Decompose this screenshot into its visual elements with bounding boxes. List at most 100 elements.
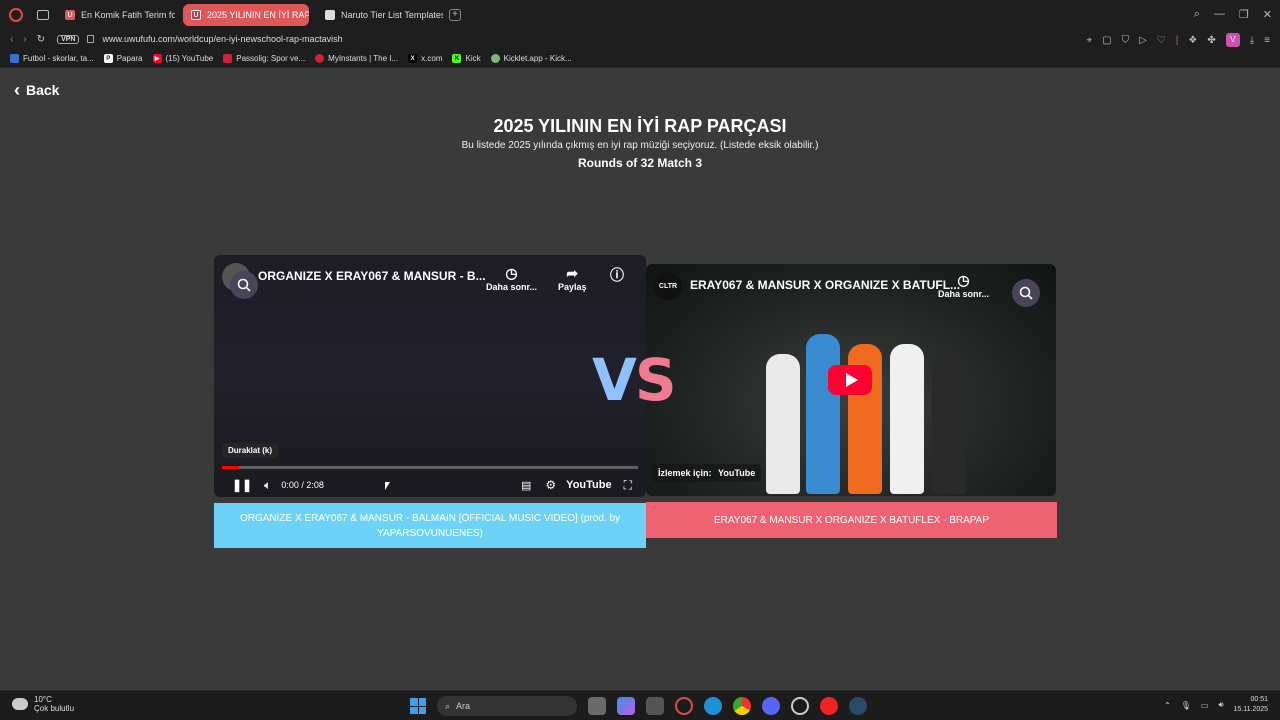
taskbar-search[interactable]: ⌕ Ara [437,696,577,716]
play-icon[interactable]: ▷ [1139,35,1147,46]
menu-icon[interactable]: ≡ [1264,35,1270,46]
lock-icon[interactable] [87,35,95,43]
bookmark-item[interactable]: P Papara [103,54,143,63]
fullscreen-icon[interactable]: ⛶ [624,478,632,493]
download-icon[interactable]: ⤓ [1250,35,1254,46]
pin-icon[interactable]: ⌖ [1087,35,1093,46]
share-button[interactable]: ➦ Paylaş [558,265,587,292]
page-description: Bu listede 2025 yılında çıkmış en iyi ra… [461,140,819,151]
settings-gear-icon[interactable]: ⚙ [545,478,556,492]
windows-start-icon[interactable] [410,698,426,714]
speaker-icon[interactable]: 🔊︎ [1218,700,1223,710]
extension-icon[interactable]: ❖ [1188,35,1197,46]
clock[interactable]: 00:51 15.11.2025 [1233,695,1268,715]
shield-icon[interactable]: ⛉ [1122,35,1130,46]
microphone-icon[interactable]: 🎙︎ [1181,701,1191,710]
back-button[interactable]: ‹ Back [14,81,60,99]
bookmark-favicon: P [103,54,113,63]
url-field[interactable]: www.uwufufu.com/worldcup/en-iyi-newschoo… [102,34,342,44]
bookmark-label: (15) YouTube [165,54,214,63]
bookmark-label: MyInstants | The I... [328,54,399,63]
page-content: ‹ Back 2025 YILININ EN İYİ RAP PARÇASI B… [0,70,1280,690]
back-label: Back [26,82,60,98]
progress-fill [222,466,239,469]
bookmark-label: Papara [116,54,143,63]
watch-on-youtube[interactable]: İzlemek için: YouTube [652,464,762,482]
progress-bar[interactable] [222,466,638,469]
search-tabs-icon[interactable]: ⌕ [1194,8,1200,21]
bookmark-item[interactable]: Passolig: Spor ve... [223,54,305,63]
tab-2-active[interactable]: U 2025 YILININ EN İYİ RAP [183,4,309,26]
share-icon: ➦ [566,265,579,281]
window-controls: ⌕ — ❐ ✕ [1194,8,1272,21]
watch-later-button[interactable]: ◷ Daha sonr... [486,265,537,292]
info-button[interactable]: ⓘ [610,265,624,285]
bookmark-item[interactable]: MyInstants | The I... [315,54,398,63]
clock-icon: ◷ [957,272,970,288]
opera-gx-icon[interactable] [675,697,693,715]
tab-1[interactable]: U En Komik Fatih Terim foto [57,4,175,26]
channel-avatar[interactable]: CLTR [654,272,682,300]
weather-widget[interactable]: 10°C Çok bulutlu [12,695,74,713]
close-icon[interactable]: ✕ [1263,8,1272,21]
youtube-icon: ▶ [152,54,162,63]
discord-icon[interactable] [762,697,780,715]
copilot-icon[interactable] [617,697,635,715]
restore-icon[interactable]: ❐ [1239,8,1249,21]
back-nav-icon[interactable]: ‹ [10,34,13,45]
forward-nav-icon[interactable]: › [23,34,26,45]
search-placeholder: Ara [456,701,471,711]
clock-date: 15.11.2025 [1233,706,1268,713]
play-button[interactable] [828,365,872,395]
zoom-icon[interactable] [1012,279,1040,307]
opera-logo-icon[interactable] [9,8,23,22]
heart-icon[interactable]: ♡ [1157,35,1166,46]
left-video-player[interactable]: ORGANIZE X ERAY067 & MANSUR - B... ◷ Dah… [214,255,646,497]
right-video-player[interactable]: CLTR ERAY067 & MANSUR X ORGANIZE X BATUF… [646,264,1056,496]
bookmarks-bar: Futbol - skorlar, ta... P Papara ▶ (15) Yo… [0,50,1280,68]
bookmark-item[interactable]: Futbol - skorlar, ta... [10,54,94,63]
youtube-app-icon[interactable] [820,697,838,715]
snapshot-icon[interactable]: ▢ [1102,35,1111,46]
vpn-badge[interactable]: VPN [57,34,80,44]
profile-avatar[interactable]: V [1225,33,1240,47]
bookmark-item[interactable]: Kicklet.app - Kick... [490,54,572,63]
choose-right-button[interactable]: ERAY067 & MANSUR X ORGANIZE X BATUFLEX -… [646,502,1057,538]
chatgpt-icon[interactable] [791,697,809,715]
steam-icon[interactable] [849,697,867,715]
tab-3[interactable]: Naruto Tier List Templates [317,4,443,26]
bookmark-item[interactable]: ▶ (15) YouTube [152,54,214,63]
youtube-logo[interactable]: YouTube [566,479,611,491]
volume-icon[interactable]: 🔈︎ [264,478,271,493]
minimize-icon[interactable]: — [1214,8,1225,21]
captions-icon[interactable]: ▤ [521,479,531,492]
vs-v: V [592,346,637,414]
workspaces-icon[interactable] [37,10,49,20]
bookmark-item[interactable]: Xx.com [408,54,442,63]
watch-later-button[interactable]: ◷ Daha sonr... [938,272,989,299]
clock-time: 00:51 [1250,696,1268,703]
x-icon: X [408,54,418,63]
bookmark-item[interactable]: K Kick [452,54,481,63]
youtube-logo: YouTube [718,468,756,478]
puzzle-icon[interactable]: ✤ [1207,35,1215,46]
pause-icon[interactable]: ❚❚ [232,478,252,492]
video-title[interactable]: ORGANIZE X ERAY067 & MANSUR - B... [258,269,486,283]
network-icon[interactable]: ▭ [1201,701,1209,710]
chrome-icon[interactable] [733,697,751,715]
task-view-icon[interactable] [588,697,606,715]
thumbnail-people-image [766,314,996,494]
choose-left-button[interactable]: ORGANIZE X ERAY067 & MANSUR - BALMAIN [O… [214,503,646,548]
chevron-up-icon[interactable]: ⌃ [1164,701,1171,710]
bookmark-label: Kick [465,54,481,63]
tab-label: En Komik Fatih Terim foto [81,10,175,20]
weather-condition: Çok bulutlu [34,704,75,713]
bookmark-label: x.com [421,54,443,63]
new-tab-button[interactable]: + [449,9,461,21]
edge-icon[interactable] [704,697,722,715]
store-icon[interactable] [646,697,664,715]
bookmark-favicon [315,54,325,63]
video-title[interactable]: ERAY067 & MANSUR X ORGANIZE X BATUFL... [690,278,960,292]
reload-icon[interactable]: ↻ [37,34,45,45]
zoom-icon[interactable] [230,271,258,299]
